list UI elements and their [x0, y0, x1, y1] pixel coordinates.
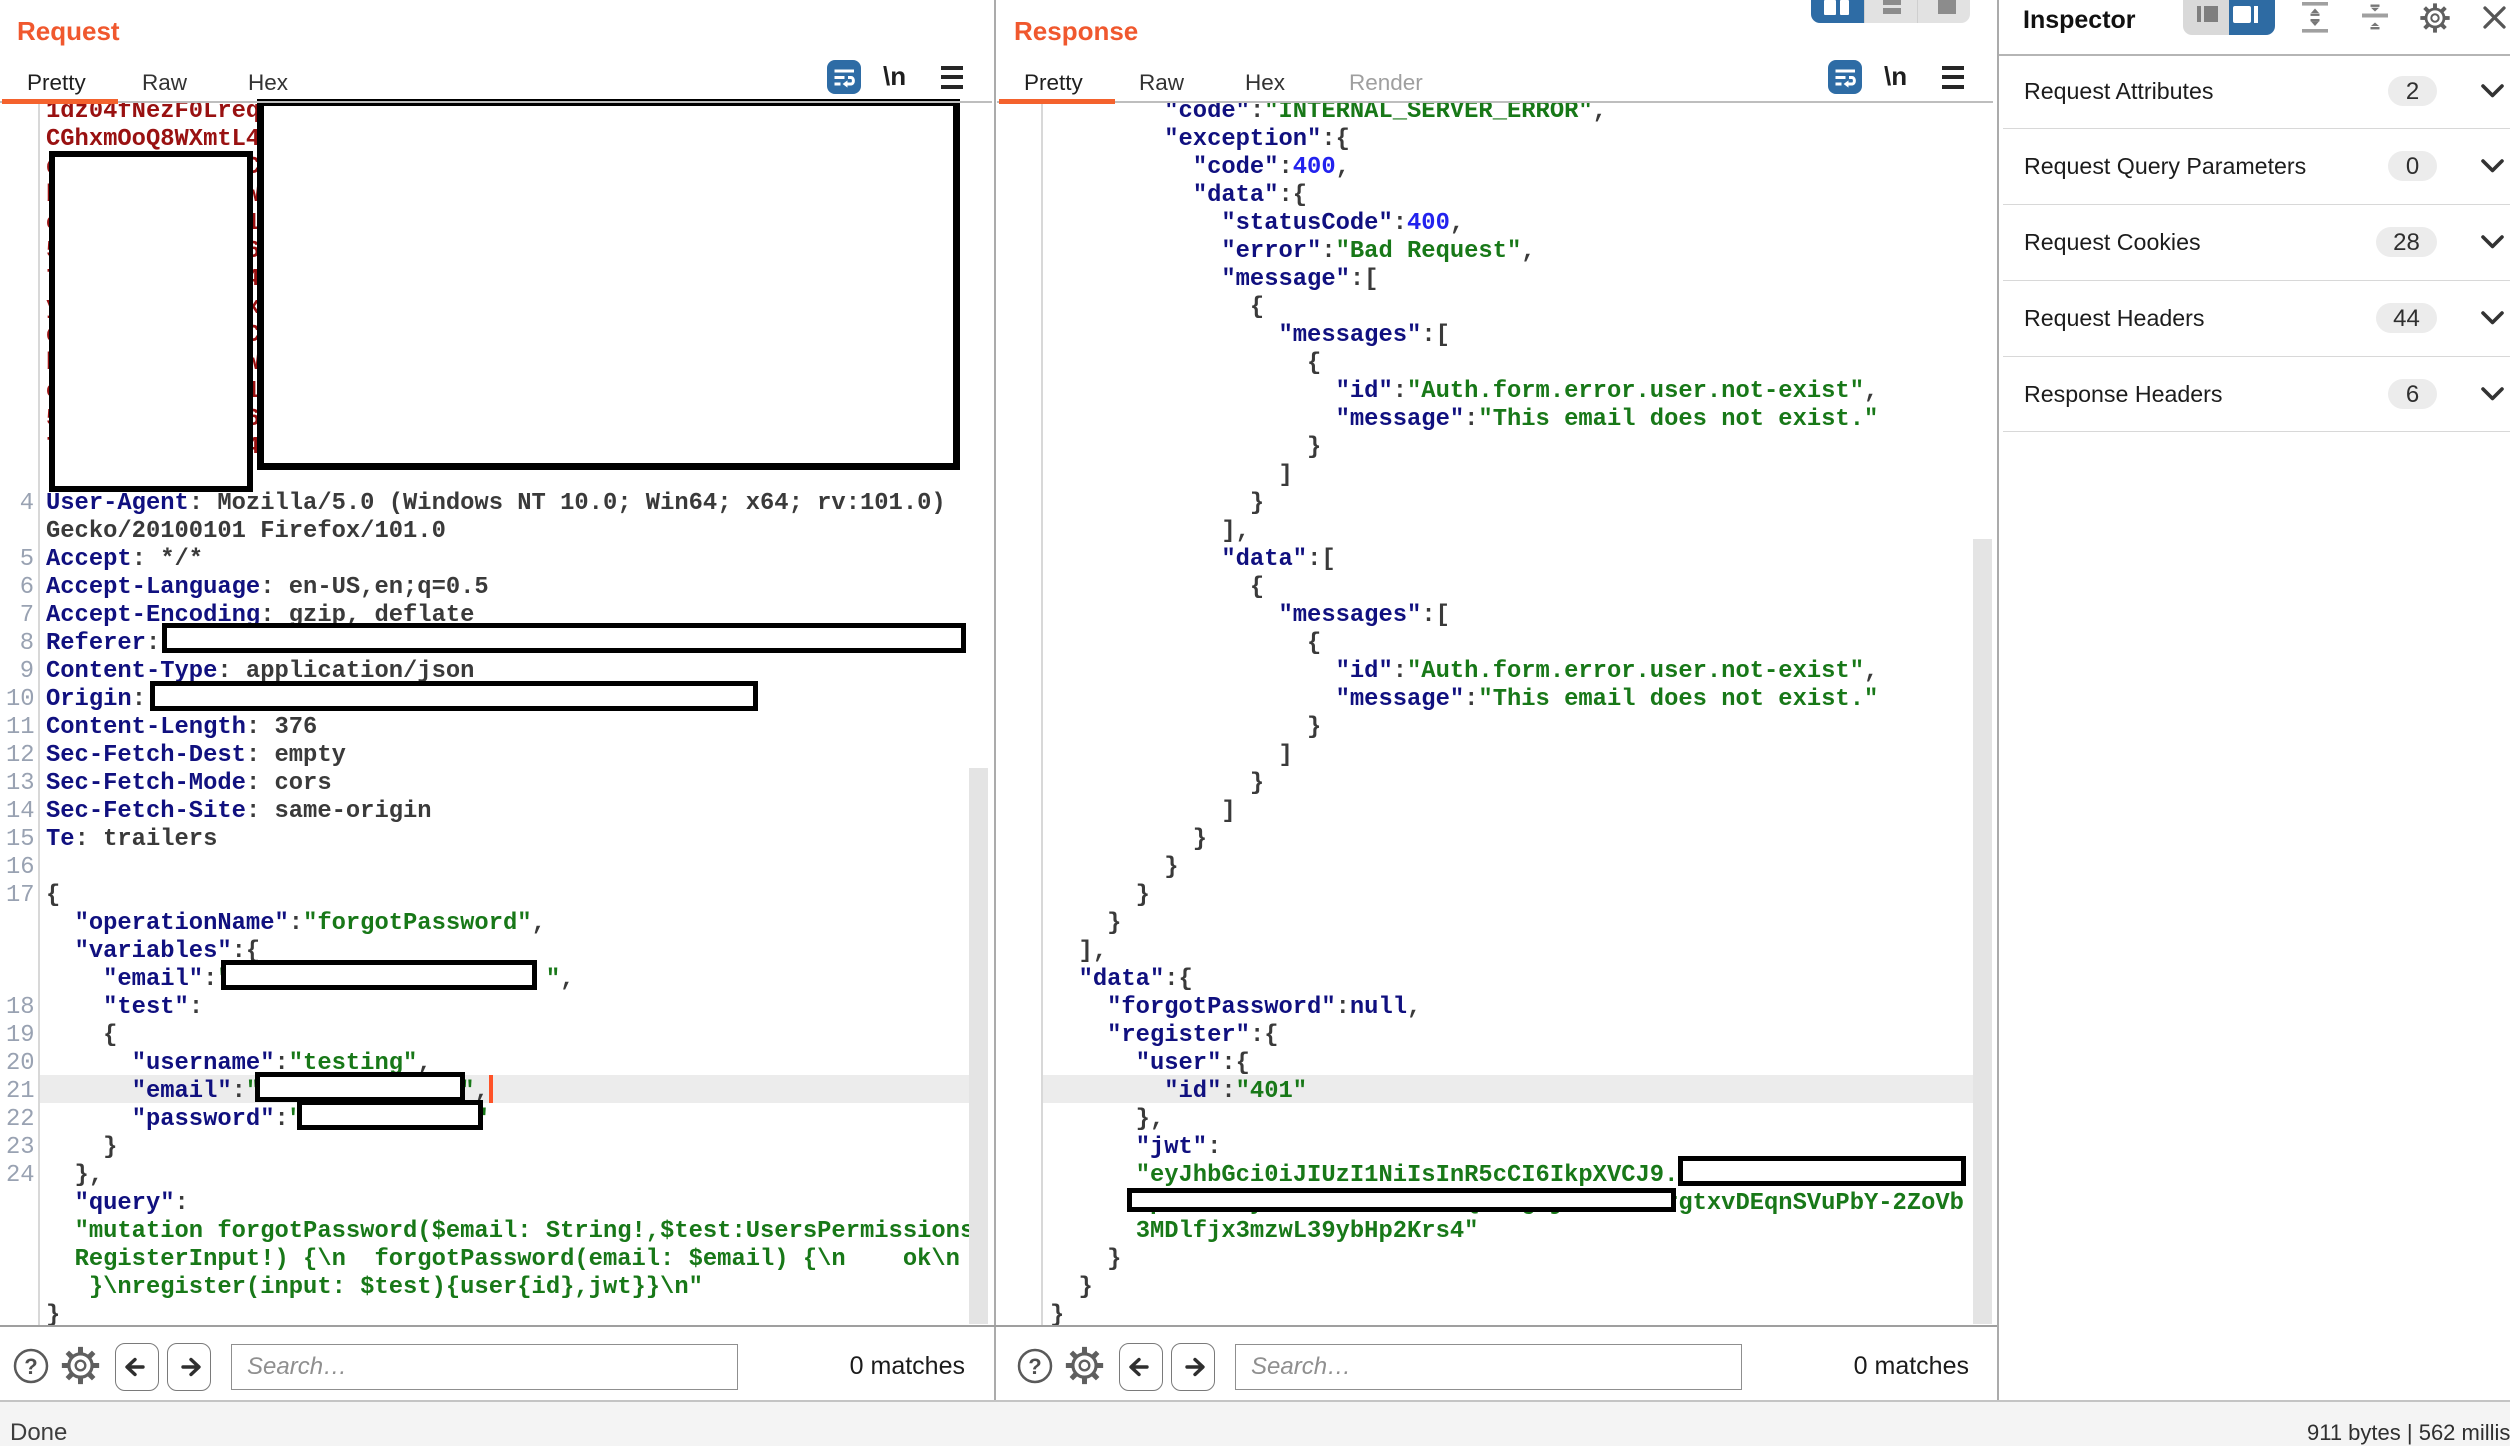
svg-text:?: ?: [24, 1354, 37, 1379]
svg-text:?: ?: [1028, 1354, 1041, 1379]
